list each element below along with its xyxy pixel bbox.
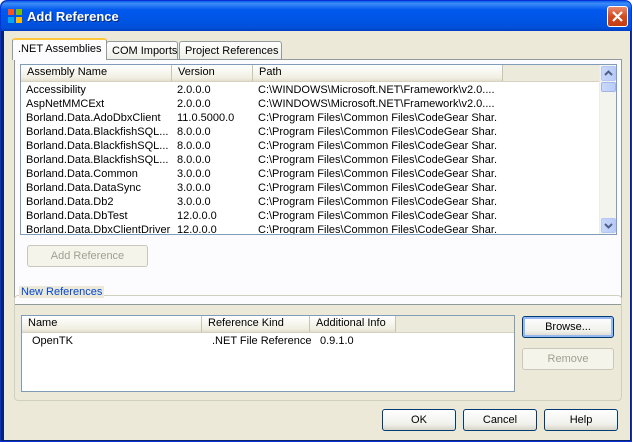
table-cell: 8.0.0.0 — [177, 154, 211, 166]
table-cell: 12.0.0.0 — [177, 210, 217, 222]
table-row[interactable]: AspNetMMCExt 2.0.0.0 C:\WINDOWS\Microsoft.… — [21, 97, 599, 111]
table-cell: C:\WINDOWS\Microsoft.NET\Framework\v2.0.… — [258, 98, 495, 110]
title-bar[interactable]: Add Reference — [1, 1, 631, 31]
assemblies-list-header: Assembly Name Version Path — [21, 65, 616, 82]
column-header-reference-kind[interactable]: Reference Kind — [202, 316, 310, 332]
table-cell: 3.0.0.0 — [177, 182, 211, 194]
cancel-button[interactable]: Cancel — [463, 409, 537, 431]
scroll-down-button[interactable] — [601, 218, 616, 233]
scroll-thumb[interactable] — [601, 82, 616, 92]
add-reference-window: Add Reference .NET Assemblies COM Import… — [0, 0, 632, 442]
browse-button[interactable]: Browse... — [522, 316, 614, 338]
column-header-version[interactable]: Version — [172, 65, 253, 81]
tab-project-references[interactable]: Project References — [179, 41, 282, 61]
help-button[interactable]: Help — [544, 409, 618, 431]
table-row[interactable]: Borland.Data.DbxClientDriver 12.0.0.0 C:\P… — [21, 223, 599, 235]
window-title: Add Reference — [27, 9, 119, 24]
tab-net-assemblies[interactable]: .NET Assemblies — [12, 38, 107, 60]
table-cell: OpenTK — [32, 335, 73, 347]
scroll-up-button[interactable] — [601, 66, 616, 81]
table-cell: C:\Program Files\Common Files\CodeGear S… — [258, 126, 498, 138]
assemblies-scrollbar[interactable] — [599, 65, 616, 234]
close-button[interactable] — [607, 6, 628, 27]
table-cell: Borland.Data.BlackfishSQL... — [26, 154, 169, 166]
table-cell: C:\Program Files\Common Files\CodeGear S… — [258, 140, 498, 152]
chevron-down-icon — [604, 223, 613, 229]
chevron-up-icon — [604, 70, 613, 76]
table-cell: .NET File Reference — [212, 335, 312, 347]
table-row[interactable]: Accessibility 2.0.0.0 C:\WINDOWS\Microsoft… — [21, 83, 599, 97]
table-cell: 11.0.5000.0 — [177, 112, 235, 124]
table-row[interactable]: Borland.Data.Common 3.0.0.0 C:\Program Fil… — [21, 167, 599, 181]
table-cell: Borland.Data.BlackfishSQL... — [26, 126, 169, 138]
column-header-assembly-name[interactable]: Assembly Name — [21, 65, 172, 81]
table-cell: C:\Program Files\Common Files\CodeGear S… — [258, 112, 498, 124]
table-cell: C:\Program Files\Common Files\CodeGear S… — [258, 182, 498, 194]
table-row[interactable]: Borland.Data.DbTest 12.0.0.0 C:\Program Fi… — [21, 209, 599, 223]
table-cell: 12.0.0.0 — [177, 224, 217, 235]
table-cell: Borland.Data.AdoDbxClient — [26, 112, 161, 124]
table-cell: Borland.Data.DbxClientDriver — [26, 224, 171, 235]
table-row[interactable]: Borland.Data.BlackfishSQL... 8.0.0.0 C:\Pr… — [21, 125, 599, 139]
table-cell: C:\Program Files\Common Files\CodeGear S… — [258, 168, 498, 180]
table-cell: 8.0.0.0 — [177, 126, 211, 138]
new-references-list[interactable]: Name Reference Kind Additional Info Open… — [21, 315, 515, 392]
table-cell: C:\Program Files\Common Files\CodeGear S… — [258, 196, 498, 208]
assemblies-list[interactable]: Assembly Name Version Path Accessibility… — [20, 64, 617, 235]
column-header-path[interactable]: Path — [253, 65, 503, 81]
remove-button[interactable]: Remove — [522, 348, 614, 370]
tab-com-imports[interactable]: COM Imports — [106, 41, 178, 61]
column-header-additional-info[interactable]: Additional Info — [310, 316, 396, 332]
new-references-group-title: New References — [19, 286, 105, 298]
table-cell: Borland.Data.DbTest — [26, 210, 128, 222]
table-cell: Accessibility — [26, 84, 86, 96]
table-cell: 2.0.0.0 — [177, 98, 211, 110]
table-cell: Borland.Data.Db2 — [26, 196, 114, 208]
table-row[interactable]: Borland.Data.DataSync 3.0.0.0 C:\Program F… — [21, 181, 599, 195]
table-row[interactable]: Borland.Data.AdoDbxClient 11.0.5000.0 C:\P… — [21, 111, 599, 125]
app-icon — [8, 9, 22, 23]
new-references-list-header: Name Reference Kind Additional Info — [22, 316, 514, 333]
table-cell: Borland.Data.BlackfishSQL... — [26, 140, 169, 152]
tab-panel-net-assemblies: Assembly Name Version Path Accessibility… — [14, 59, 622, 305]
table-row[interactable]: OpenTK .NET File Reference 0.9.1.0 — [22, 334, 497, 348]
table-cell: 8.0.0.0 — [177, 140, 211, 152]
table-row[interactable]: Borland.Data.BlackfishSQL... 8.0.0.0 C:\Pr… — [21, 153, 599, 167]
table-row[interactable]: Borland.Data.BlackfishSQL... 8.0.0.0 C:\Pr… — [21, 139, 599, 153]
table-cell: Borland.Data.Common — [26, 168, 138, 180]
table-row[interactable]: Borland.Data.Db2 3.0.0.0 C:\Program Files\… — [21, 195, 599, 209]
table-cell: C:\Program Files\Common Files\CodeGear S… — [258, 224, 498, 235]
close-icon — [612, 11, 623, 22]
column-header-name[interactable]: Name — [22, 316, 202, 332]
table-cell: 3.0.0.0 — [177, 168, 211, 180]
ok-button[interactable]: OK — [382, 409, 456, 431]
table-cell: Borland.Data.DataSync — [26, 182, 141, 194]
add-reference-button[interactable]: Add Reference — [27, 245, 148, 267]
table-cell: 3.0.0.0 — [177, 196, 211, 208]
table-cell: 0.9.1.0 — [320, 335, 354, 347]
table-cell: AspNetMMCExt — [26, 98, 105, 110]
table-cell: C:\Program Files\Common Files\CodeGear S… — [258, 210, 498, 222]
table-cell: C:\Program Files\Common Files\CodeGear S… — [258, 154, 498, 166]
table-cell: 2.0.0.0 — [177, 84, 211, 96]
dialog-body: .NET Assemblies COM Imports Project Refe… — [4, 31, 630, 440]
table-cell: C:\WINDOWS\Microsoft.NET\Framework\v2.0.… — [258, 84, 495, 96]
